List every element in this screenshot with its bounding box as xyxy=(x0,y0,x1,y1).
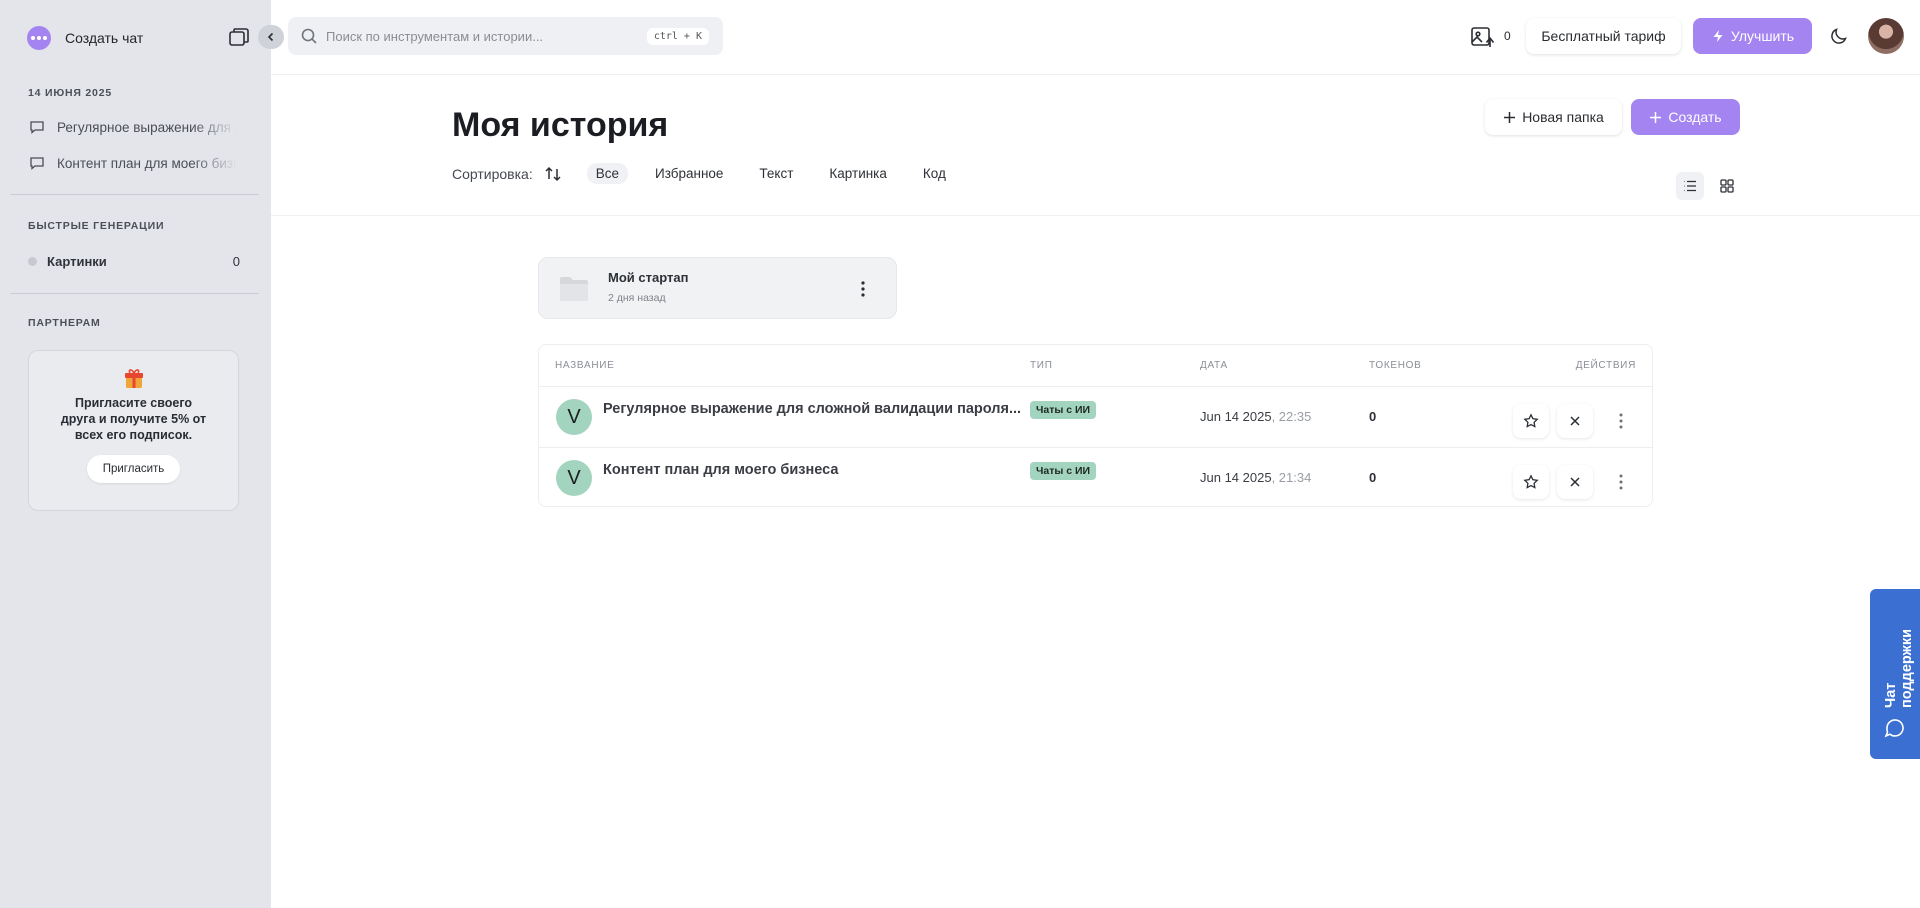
moon-icon[interactable] xyxy=(1829,26,1849,46)
row-time-value: , 21:34 xyxy=(1271,470,1312,485)
user-avatar[interactable] xyxy=(1868,18,1904,54)
row-tokens: 0 xyxy=(1369,470,1377,485)
page-title: Моя история xyxy=(452,106,669,144)
images-count: 0 xyxy=(1504,29,1511,43)
status-dot xyxy=(28,257,37,266)
chat-logo-icon xyxy=(27,26,51,50)
folder-time: 2 дня назад xyxy=(608,292,666,304)
create-chat-label: Создать чат xyxy=(65,30,144,46)
date-heading: 14 июня 2025 xyxy=(28,87,112,99)
row-avatar: V xyxy=(556,399,592,435)
sidebar-item-images[interactable]: Картинки 0 xyxy=(28,254,240,269)
quick-heading: Быстрые генерации xyxy=(28,220,165,232)
sort-label: Сортировка: xyxy=(452,165,533,182)
row-tokens: 0 xyxy=(1369,409,1377,424)
create-label: Создать xyxy=(1668,109,1722,125)
new-folder-button[interactable]: Новая папка xyxy=(1485,99,1622,135)
star-icon xyxy=(1523,413,1539,428)
row-date: Jun 14 2025, 21:34 xyxy=(1200,470,1311,485)
sort-filter-bar: Сортировка: Все Избранное Текст Картинка… xyxy=(452,163,973,184)
column-header-type: Тип xyxy=(1030,360,1053,371)
lightning-icon xyxy=(1713,30,1723,42)
star-icon xyxy=(1523,474,1539,489)
plus-icon xyxy=(1504,111,1516,123)
upgrade-label: Улучшить xyxy=(1730,28,1795,44)
kebab-menu-icon[interactable] xyxy=(1609,470,1633,494)
folder-card[interactable]: Мой стартап 2 дня назад xyxy=(538,257,897,319)
collapse-sidebar-button[interactable] xyxy=(258,25,284,49)
partner-card: Пригласите своего друга и получите 5% от… xyxy=(28,350,239,511)
create-chat-button[interactable]: Создать чат xyxy=(27,26,143,50)
chevron-left-icon xyxy=(267,32,274,42)
filter-tab-all[interactable]: Все xyxy=(586,163,628,184)
search-bar[interactable]: ctrl + K xyxy=(288,17,723,55)
plus-icon xyxy=(1650,111,1662,123)
table-row[interactable]: V Контент план для моего бизнеса Чаты с … xyxy=(539,447,1652,508)
filter-tab-code[interactable]: Код xyxy=(914,163,955,184)
support-label: Чат поддержки xyxy=(1883,628,1915,708)
sidebar-history-item[interactable]: Контент план для моего бизнеса xyxy=(29,155,244,171)
chat-bubble-icon xyxy=(30,157,44,170)
folders-icon[interactable] xyxy=(227,25,251,49)
type-badge: Чаты с ИИ xyxy=(1030,462,1097,480)
sidebar: Создать чат 14 июня 2025 Регулярное выра… xyxy=(0,0,284,908)
sidebar-divider xyxy=(10,293,259,294)
gift-icon xyxy=(124,369,143,388)
close-icon xyxy=(1570,477,1580,487)
search-input[interactable] xyxy=(326,28,647,44)
favorite-button[interactable] xyxy=(1513,404,1549,438)
create-button[interactable]: Создать xyxy=(1631,99,1740,135)
grid-view-button[interactable] xyxy=(1713,172,1741,200)
row-date: Jun 14 2025, 22:35 xyxy=(1200,409,1311,424)
tariff-button[interactable]: Бесплатный тариф xyxy=(1526,18,1681,54)
sidebar-item-label: Картинки xyxy=(47,254,107,269)
sidebar-divider xyxy=(10,194,259,195)
list-icon xyxy=(1684,180,1696,192)
new-folder-label: Новая папка xyxy=(1522,109,1604,125)
row-time-value: , 22:35 xyxy=(1271,409,1312,424)
favorite-button[interactable] xyxy=(1513,465,1549,499)
column-header-name: Название xyxy=(555,360,615,371)
delete-button[interactable] xyxy=(1557,465,1593,499)
filter-tab-image[interactable]: Картинка xyxy=(820,163,895,184)
folder-name: Мой стартап xyxy=(608,270,689,285)
chat-bubble-icon xyxy=(1884,719,1904,738)
invite-button[interactable]: Пригласить xyxy=(87,455,180,483)
column-header-date: Дата xyxy=(1200,360,1228,371)
row-date-value: Jun 14 2025 xyxy=(1200,470,1272,485)
row-date-value: Jun 14 2025 xyxy=(1200,409,1272,424)
chat-bubble-icon xyxy=(30,121,44,134)
list-view-button[interactable] xyxy=(1676,172,1704,200)
table-row[interactable]: V Регулярное выражение для сложной валид… xyxy=(539,386,1652,447)
row-title[interactable]: Контент план для моего бизнеса xyxy=(603,462,838,478)
grid-icon xyxy=(1720,179,1734,193)
partner-text: Пригласите своего друга и получите 5% от… xyxy=(60,396,207,442)
search-icon xyxy=(301,28,317,44)
sidebar-history-label: Контент план для моего бизнеса xyxy=(57,155,237,171)
row-avatar: V xyxy=(556,460,592,496)
close-icon xyxy=(1570,416,1580,426)
type-badge: Чаты с ИИ xyxy=(1030,401,1097,419)
filter-tab-favorites[interactable]: Избранное xyxy=(646,163,732,184)
column-header-actions: Действия xyxy=(1575,360,1636,371)
sort-arrows-icon[interactable] xyxy=(543,164,563,184)
delete-button[interactable] xyxy=(1557,404,1593,438)
upgrade-button[interactable]: Улучшить xyxy=(1693,18,1812,54)
images-icon[interactable] xyxy=(1469,24,1495,50)
folder-icon xyxy=(560,277,588,301)
kebab-menu-icon[interactable] xyxy=(1609,409,1633,433)
sidebar-item-count: 0 xyxy=(232,254,240,269)
filter-tab-text[interactable]: Текст xyxy=(750,163,802,184)
sidebar-history-label: Регулярное выражение для сложной валидац… xyxy=(57,119,237,135)
shortcut-hint: ctrl + K xyxy=(646,27,709,45)
partners-heading: Партнерам xyxy=(28,317,101,329)
kebab-menu-icon[interactable] xyxy=(851,277,875,301)
sidebar-history-item[interactable]: Регулярное выражение для сложной валидац… xyxy=(29,119,244,135)
support-chat-button[interactable]: Чат поддержки xyxy=(1870,589,1920,759)
section-divider xyxy=(271,215,1920,216)
row-title[interactable]: Регулярное выражение для сложной валидац… xyxy=(603,401,1021,417)
header-divider xyxy=(271,74,1920,75)
column-header-tokens: Токенов xyxy=(1369,360,1422,371)
history-table: Название Тип Дата Токенов Действия V Рег… xyxy=(538,344,1653,507)
